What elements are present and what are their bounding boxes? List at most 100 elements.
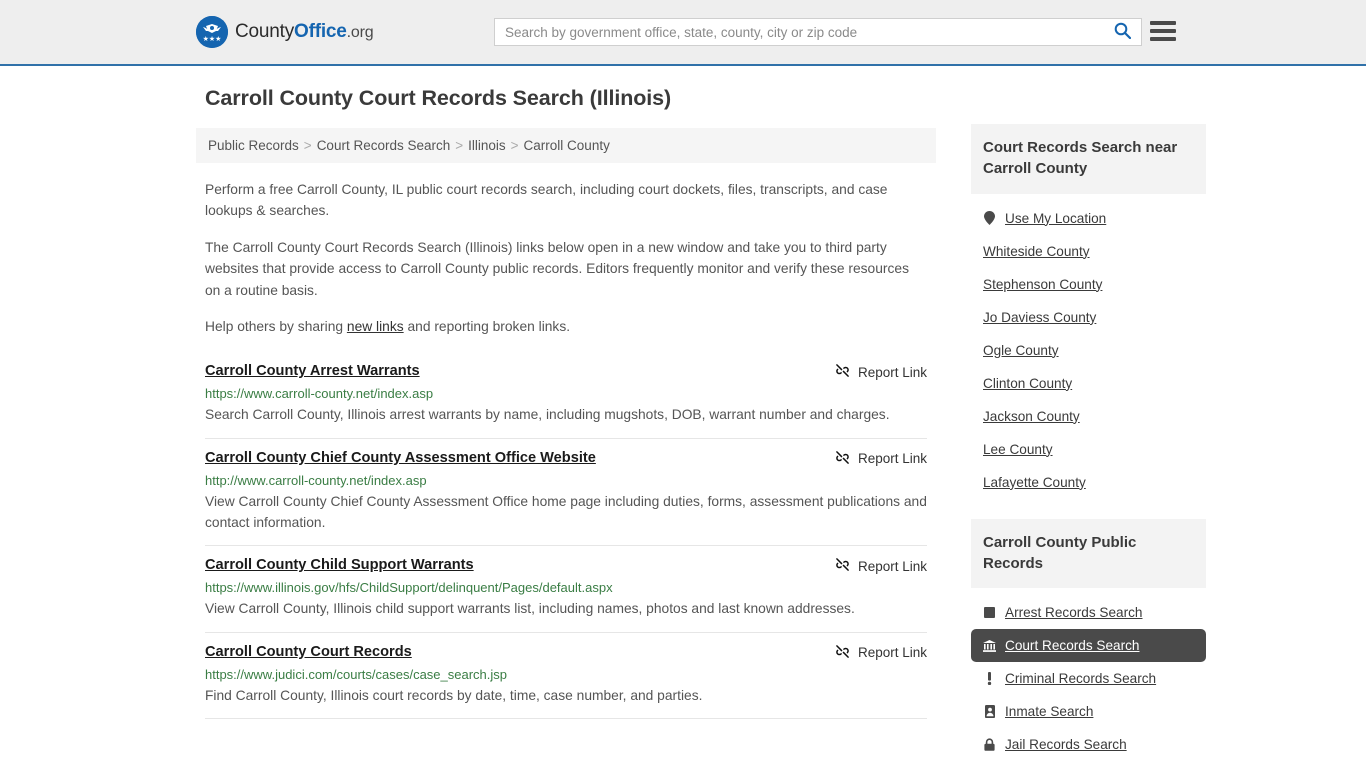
broken-link-icon [835,363,850,381]
id-card-icon [983,705,996,719]
result-header: Carroll County Court Records Report Link [205,643,927,662]
result-header: Carroll County Child Support Warrants Rep… [205,556,927,575]
report-link-label: Report Link [857,645,927,661]
intro-section: Perform a free Carroll County, IL public… [205,179,927,337]
logo-text-county: County [235,21,295,42]
sidebar-public-records-box: Carroll County Public Records Arrest Rec… [971,518,1206,762]
report-link-button[interactable]: Report Link [835,556,927,575]
report-link-button[interactable]: Report Link [835,362,927,381]
result-title-link[interactable]: Carroll County Child Support Warrants [205,556,474,575]
sidebar-nearby-item-label[interactable]: Jo Daviess County [983,310,1096,325]
sidebar-public-records-item-label[interactable]: Court Records Search [1005,638,1139,653]
sidebar-nearby-list: Use My Location Whiteside County Stephenso… [971,194,1206,499]
sidebar-nearby-item[interactable]: Stephenson County [971,268,1206,301]
broken-link-icon [835,557,850,575]
sidebar-public-records-item[interactable]: Jail Records Search [971,728,1206,761]
courthouse-icon [983,639,996,652]
sidebar-nearby-item[interactable]: Lee County [971,433,1206,466]
sidebar-public-records-list: Arrest Records Search Court Records Searc… [971,588,1206,761]
sidebar-nearby-item-label[interactable]: Jackson County [983,409,1080,424]
svg-text:★★★: ★★★ [203,35,222,43]
breadcrumb-item-2[interactable]: Illinois [468,138,506,153]
lock-icon [983,738,996,751]
sidebar-public-records-item[interactable]: Arrest Records Search [971,596,1206,629]
sidebar-nearby-item[interactable]: Jackson County [971,400,1206,433]
sidebar-nearby-item[interactable]: Ogle County [971,334,1206,367]
result-description: Search Carroll County, Illinois arrest w… [205,407,890,423]
sidebar-nearby-item-label[interactable]: Lafayette County [983,475,1086,490]
result-title-link[interactable]: Carroll County Court Records [205,643,412,662]
result-title-link[interactable]: Carroll County Chief County Assessment O… [205,449,596,468]
report-link-label: Report Link [857,451,927,467]
hamburger-bar [1150,21,1176,25]
result-item: Carroll County Chief County Assessment O… [205,439,927,547]
sidebar-public-records-item-label[interactable]: Inmate Search [1005,704,1093,719]
sidebar-nearby-item-label[interactable]: Lee County [983,442,1053,457]
intro-text-after: and reporting broken links. [403,318,571,334]
broken-link-icon [835,450,850,468]
logo-text-office: Office [294,21,347,42]
sidebar-public-records-item-label[interactable]: Criminal Records Search [1005,671,1156,686]
sidebar-public-records-item-active[interactable]: Court Records Search [971,629,1206,663]
results-list: Carroll County Arrest Warrants Report Lin… [205,352,927,720]
report-link-label: Report Link [857,558,927,574]
search-bar[interactable] [494,18,1142,46]
breadcrumb-separator: > [455,138,464,153]
sidebar-nearby-item-label[interactable]: Clinton County [983,376,1072,391]
breadcrumb-item-0[interactable]: Public Records [208,138,299,153]
broken-link-icon [835,644,850,662]
hamburger-menu-icon[interactable] [1150,19,1176,43]
result-title-link[interactable]: Carroll County Arrest Warrants [205,362,420,381]
result-url[interactable]: http://www.carroll-county.net/index.asp [205,473,927,488]
new-links-link[interactable]: new links [347,319,404,334]
exclamation-icon [983,672,996,686]
sidebar-nearby-item[interactable]: Use My Location [971,202,1206,235]
sidebar-nearby-item[interactable]: Whiteside County [971,235,1206,268]
search-icon [1114,22,1131,42]
search-input[interactable] [495,19,1103,45]
main-content: Carroll County Court Records Search (Ill… [196,86,936,768]
intro-paragraph-2: The Carroll County Court Records Search … [205,239,909,298]
page-container: Carroll County Court Records Search (Ill… [0,66,1366,768]
result-description: View Carroll County, Illinois child supp… [205,601,855,617]
report-link-button[interactable]: Report Link [835,449,927,468]
result-description: Find Carroll County, Illinois court reco… [205,687,703,703]
breadcrumb-item-1[interactable]: Court Records Search [317,138,451,153]
result-header: Carroll County Chief County Assessment O… [205,449,927,468]
sidebar-public-records-item-label[interactable]: Jail Records Search [1005,737,1127,752]
logo-text-org: .org [346,24,374,41]
sidebar-nearby-item[interactable]: Jo Daviess County [971,301,1206,334]
eagle-shield-icon: ★★★ [196,16,228,48]
sidebar-nearby-item-label[interactable]: Ogle County [983,343,1059,358]
site-logo[interactable]: ★★★ CountyOffice.org [196,16,374,48]
sidebar-nearby-item-label[interactable]: Use My Location [1005,211,1106,226]
result-description: View Carroll County Chief County Assessm… [205,493,927,530]
result-url[interactable]: https://www.illinois.gov/hfs/ChildSuppor… [205,580,927,595]
sidebar-public-records-item-label[interactable]: Arrest Records Search [1005,605,1143,620]
sidebar-nearby-item[interactable]: Clinton County [971,367,1206,400]
sidebar-public-records-item[interactable]: Criminal Records Search [971,662,1206,695]
result-url[interactable]: https://www.carroll-county.net/index.asp [205,386,927,401]
result-item: Carroll County Arrest Warrants Report Lin… [205,352,927,439]
page-title: Carroll County Court Records Search (Ill… [205,86,672,110]
result-item: Carroll County Child Support Warrants Rep… [205,546,927,633]
sidebar-nearby-heading: Court Records Search near Carroll County [971,124,1206,194]
breadcrumb-separator: > [303,138,312,153]
intro-text-before: Help others by sharing [205,318,347,334]
breadcrumb: Public Records > Court Records Search > Illi… [196,128,936,163]
sidebar-public-records-item[interactable]: Inmate Search [971,695,1206,728]
result-header: Carroll County Arrest Warrants Report Lin… [205,362,927,381]
location-pin-icon [983,211,996,226]
result-url[interactable]: https://www.judici.com/courts/cases/case… [205,667,927,682]
sidebar-nearby-item-label[interactable]: Stephenson County [983,277,1102,292]
sidebar-nearby-item[interactable]: Lafayette County [971,466,1206,499]
report-link-button[interactable]: Report Link [835,643,927,662]
sidebar-nearby-item-label[interactable]: Whiteside County [983,244,1090,259]
result-item: Carroll County Court Records Report Link h… [205,633,927,720]
intro-paragraph-1: Perform a free Carroll County, IL public… [205,182,888,219]
sidebar-public-records-heading: Carroll County Public Records [971,518,1206,589]
breadcrumb-item-3[interactable]: Carroll County [524,138,610,153]
search-button[interactable] [1103,19,1141,45]
report-link-label: Report Link [857,364,927,380]
site-header: ★★★ CountyOffice.org [0,0,1366,66]
